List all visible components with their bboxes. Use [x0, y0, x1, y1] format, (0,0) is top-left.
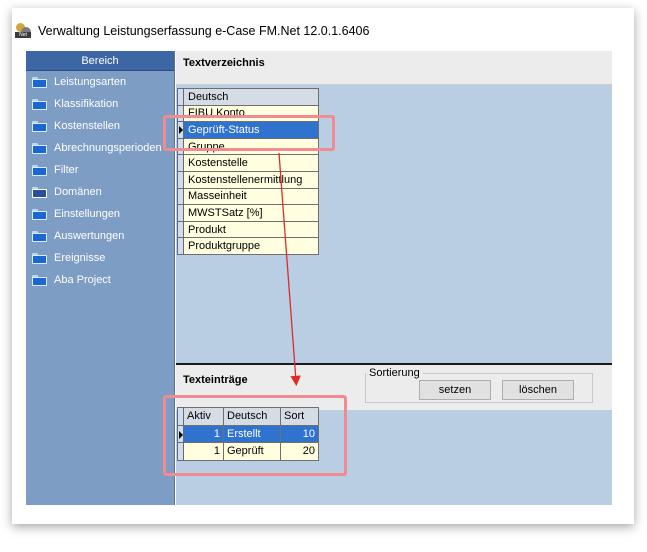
annotation-overlay — [278, 152, 301, 387]
annotation-arrow — [278, 152, 301, 387]
